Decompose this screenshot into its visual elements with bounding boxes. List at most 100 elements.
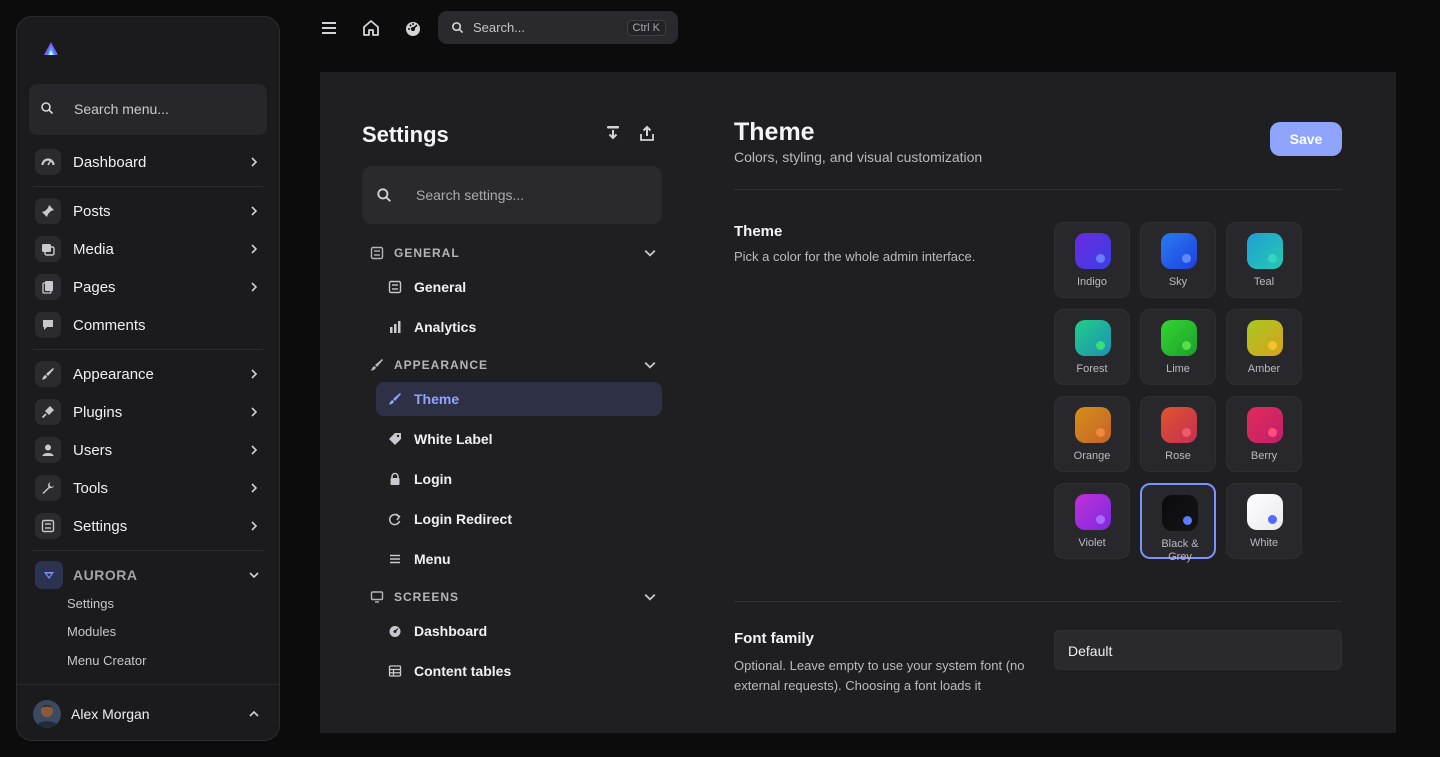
user-profile-bar[interactable]: Alex Morgan bbox=[17, 684, 279, 740]
theme-swatch[interactable]: Berry bbox=[1226, 396, 1302, 472]
dashboard-icon[interactable] bbox=[403, 18, 423, 38]
menu-icon[interactable] bbox=[319, 18, 339, 38]
settings-icon bbox=[35, 513, 61, 539]
brush-icon bbox=[35, 361, 61, 387]
search-icon bbox=[377, 188, 391, 202]
sidebar-item-pages[interactable]: Pages bbox=[29, 269, 267, 305]
theme-swatch-label: Sky bbox=[1168, 276, 1188, 288]
chevron-right-icon bbox=[251, 483, 258, 493]
settings-item-analytics[interactable]: Analytics bbox=[376, 310, 662, 344]
sidebar-search-input[interactable] bbox=[74, 98, 254, 120]
table-icon bbox=[388, 664, 402, 678]
sidebar-item-users[interactable]: Users bbox=[29, 432, 267, 468]
sidebar-item-label: Posts bbox=[73, 202, 111, 220]
theme-accent-dot bbox=[1182, 254, 1191, 263]
chevron-down-icon bbox=[644, 249, 656, 257]
section-label: GENERAL bbox=[394, 246, 460, 260]
global-search-placeholder: Search... bbox=[473, 20, 526, 35]
theme-color-chip bbox=[1075, 320, 1111, 356]
settings-item-theme[interactable]: Theme bbox=[376, 382, 662, 416]
home-icon[interactable] bbox=[361, 18, 381, 38]
section-label: APPEARANCE bbox=[394, 358, 489, 372]
theme-swatch[interactable]: Rose bbox=[1140, 396, 1216, 472]
theme-swatch-label: White bbox=[1249, 537, 1279, 549]
theme-swatch[interactable]: Forest bbox=[1054, 309, 1130, 385]
theme-accent-dot bbox=[1182, 341, 1191, 350]
theme-color-chip bbox=[1075, 233, 1111, 269]
sidebar-search[interactable] bbox=[29, 84, 267, 135]
aurora-sub-menu-creator[interactable]: Menu Creator bbox=[67, 653, 146, 668]
section-appearance[interactable]: APPEARANCE bbox=[370, 355, 656, 375]
theme-swatch[interactable]: Black & Grey bbox=[1140, 483, 1216, 563]
sidebar-item-appearance[interactable]: Appearance bbox=[29, 356, 267, 392]
theme-field-description: Pick a color for the whole admin interfa… bbox=[734, 249, 976, 264]
media-icon bbox=[35, 236, 61, 262]
search-icon bbox=[452, 22, 464, 34]
theme-swatch[interactable]: Violet bbox=[1054, 483, 1130, 559]
theme-accent-dot bbox=[1183, 516, 1192, 525]
font-family-select[interactable]: Default bbox=[1054, 630, 1342, 670]
theme-swatch[interactable]: Amber bbox=[1226, 309, 1302, 385]
settings-search[interactable] bbox=[362, 166, 662, 224]
settings-item-dashboard[interactable]: Dashboard bbox=[376, 614, 662, 648]
logo-icon[interactable] bbox=[43, 41, 59, 57]
chevron-right-icon bbox=[251, 206, 258, 216]
aurora-sub-settings[interactable]: Settings bbox=[67, 596, 114, 611]
import-icon[interactable] bbox=[604, 124, 622, 142]
sidebar-item-aurora[interactable]: AURORA bbox=[29, 561, 267, 589]
theme-swatch[interactable]: Teal bbox=[1226, 222, 1302, 298]
theme-color-chip bbox=[1161, 233, 1197, 269]
aurora-sub-modules[interactable]: Modules bbox=[67, 624, 116, 639]
theme-color-chip bbox=[1247, 233, 1283, 269]
settings-item-label: Menu bbox=[414, 551, 451, 567]
theme-swatch[interactable]: Sky bbox=[1140, 222, 1216, 298]
theme-swatch[interactable]: Indigo bbox=[1054, 222, 1130, 298]
sidebar-divider bbox=[33, 349, 263, 350]
theme-swatch-label: Teal bbox=[1253, 276, 1275, 288]
settings-item-menu[interactable]: Menu bbox=[376, 542, 662, 576]
section-general[interactable]: GENERAL bbox=[370, 243, 656, 263]
theme-swatch-label: Lime bbox=[1166, 363, 1190, 375]
save-button[interactable]: Save bbox=[1270, 122, 1342, 156]
sidebar-item-tools[interactable]: Tools bbox=[29, 470, 267, 506]
settings-item-white-label[interactable]: White Label bbox=[376, 422, 662, 456]
chevron-right-icon bbox=[251, 521, 258, 531]
aurora-icon bbox=[35, 561, 63, 589]
redirect-icon bbox=[388, 512, 402, 526]
settings-item-login-redirect[interactable]: Login Redirect bbox=[376, 502, 662, 536]
monitor-icon bbox=[370, 591, 384, 603]
theme-swatch[interactable]: Lime bbox=[1140, 309, 1216, 385]
sidebar-item-dashboard[interactable]: Dashboard bbox=[29, 144, 267, 180]
settings-item-general[interactable]: General bbox=[376, 270, 662, 304]
theme-swatch-label: Amber bbox=[1247, 363, 1281, 375]
sidebar-item-settings[interactable]: Settings bbox=[29, 508, 267, 544]
pin-icon bbox=[35, 198, 61, 224]
chevron-down-icon bbox=[249, 572, 259, 579]
theme-swatch[interactable]: White bbox=[1226, 483, 1302, 559]
section-screens[interactable]: SCREENS bbox=[370, 587, 656, 607]
sidebar-item-comments[interactable]: Comments bbox=[29, 307, 267, 343]
theme-accent-dot bbox=[1096, 515, 1105, 524]
theme-swatch[interactable]: Orange bbox=[1054, 396, 1130, 472]
theme-color-chip bbox=[1161, 407, 1197, 443]
font-family-description: Optional. Leave empty to use your system… bbox=[734, 658, 1025, 693]
settings-item-content-tables[interactable]: Content tables bbox=[376, 654, 662, 688]
sidebar-item-posts[interactable]: Posts bbox=[29, 193, 267, 229]
theme-color-chip bbox=[1247, 407, 1283, 443]
sidebar-item-plugins[interactable]: Plugins bbox=[29, 394, 267, 430]
global-search[interactable]: Search... Ctrl K bbox=[438, 11, 678, 44]
sidebar-item-label: Tools bbox=[73, 479, 109, 497]
settings-item-label: Dashboard bbox=[414, 623, 488, 639]
plug-icon bbox=[35, 399, 61, 425]
wrench-icon bbox=[35, 475, 61, 501]
settings-search-input[interactable] bbox=[416, 185, 636, 205]
avatar bbox=[33, 699, 61, 728]
settings-item-login[interactable]: Login bbox=[376, 462, 662, 496]
pages-icon bbox=[35, 274, 61, 300]
sidebar-divider bbox=[33, 186, 263, 187]
sidebar-item-label: Pages bbox=[73, 278, 116, 296]
sidebar-item-media[interactable]: Media bbox=[29, 231, 267, 267]
chevron-right-icon bbox=[251, 445, 258, 455]
export-icon[interactable] bbox=[638, 124, 656, 142]
theme-field-label: Theme bbox=[734, 223, 783, 240]
